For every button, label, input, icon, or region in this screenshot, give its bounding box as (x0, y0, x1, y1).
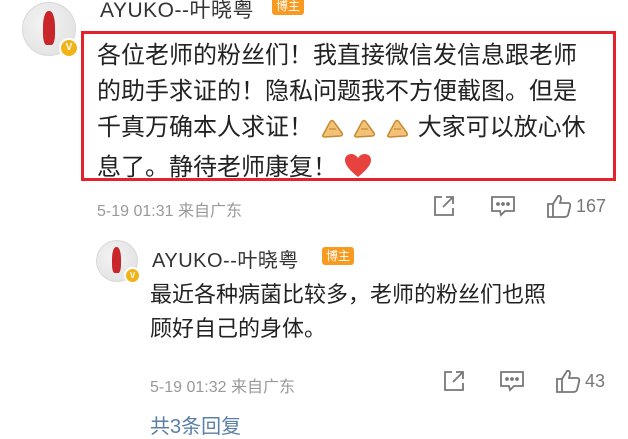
clap-emoji-icon (320, 114, 346, 150)
reply-blogger-tag: 博主 (322, 247, 355, 265)
reply-line: 最近各种病菌比较多，老师的粉丝们也照 (150, 282, 547, 307)
comment-line: 的助手求证的！隐私问题我不方便截图。但是 (97, 78, 577, 105)
reply-timestamp: 5-19 01:32 来自广东 (150, 379, 295, 396)
comment-line-part: 息了。静待老师康复！ (97, 154, 337, 181)
like-icon (546, 193, 572, 219)
reply-line: 顾好自己的身体。 (150, 316, 327, 341)
comment-icon (499, 369, 525, 393)
reply-like-count: 43 (585, 370, 606, 391)
avatar-figure (43, 11, 55, 45)
username[interactable]: AYUKO--叶晓粤 (100, 0, 254, 24)
clap-emoji-icon (385, 114, 411, 150)
comment-line-part: 大家可以放心休 (417, 114, 586, 141)
blogger-tag: 博主 (272, 0, 305, 15)
comment-line-part: 千真万确本人求证！ (97, 114, 313, 141)
share-icon (432, 194, 456, 218)
comment-text: 各位老师的粉丝们！我直接微信发信息跟老师 的助手求证的！隐私问题我不方便截图。但… (97, 38, 612, 190)
clap-emoji-icon (352, 114, 378, 150)
like-button[interactable]: 167 (546, 193, 606, 219)
like-count: 167 (576, 195, 607, 216)
share-icon (442, 369, 466, 393)
comment-line: 息了。静待老师康复！ (97, 150, 612, 190)
verified-badge-icon: V (59, 38, 79, 58)
comment-actions: 167 (432, 193, 606, 219)
verified-badge-icon: V (124, 267, 141, 284)
avatar[interactable]: V (22, 2, 79, 58)
reply-comment-button[interactable] (499, 369, 555, 393)
like-icon (555, 368, 581, 394)
reply-actions: 43 (442, 368, 605, 394)
reply-share-button[interactable] (442, 369, 499, 393)
reply-like-button[interactable]: 43 (555, 368, 605, 394)
comment-line: 千真万确本人求证！ 大家可以放心休 (97, 110, 612, 150)
timestamp: 5-19 01:31 来自广东 (97, 203, 242, 220)
share-button[interactable] (432, 194, 490, 218)
comment-line: 各位老师的粉丝们！我直接微信发信息跟老师 (97, 42, 577, 69)
reply-username[interactable]: AYUKO--叶晓粤 (152, 244, 299, 273)
reply-text: 最近各种病菌比较多，老师的粉丝们也照 顾好自己的身体。 (150, 278, 620, 346)
heart-emoji-icon (344, 153, 372, 190)
avatar-figure (112, 247, 121, 273)
comment-icon (490, 194, 516, 218)
comment-button[interactable] (490, 194, 546, 218)
reply-avatar[interactable]: V (96, 240, 141, 284)
